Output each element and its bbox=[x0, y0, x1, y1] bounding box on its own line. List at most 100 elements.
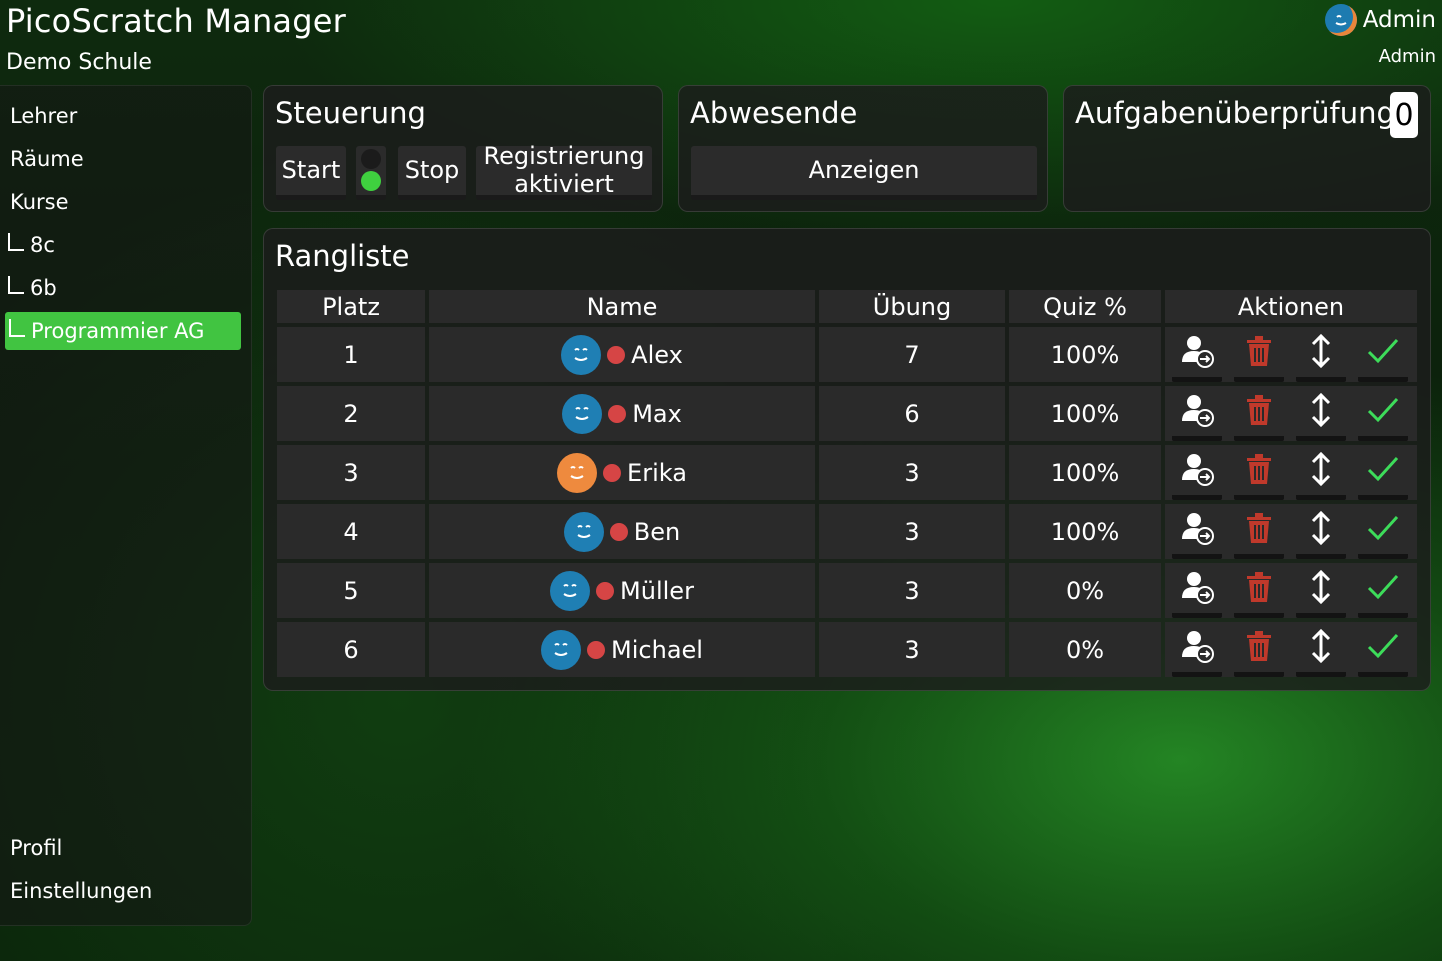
swap-vertical-button[interactable] bbox=[1296, 329, 1346, 382]
task-review-panel[interactable]: Aufgabenüberprüfung 0 bbox=[1063, 85, 1431, 212]
sidebar-item-profil[interactable]: Profil bbox=[10, 830, 62, 866]
swap-vertical-button[interactable] bbox=[1296, 506, 1346, 559]
school-name: Demo Schule bbox=[6, 50, 152, 75]
check-button[interactable] bbox=[1358, 329, 1408, 382]
sidebar-item-lehrer[interactable]: Lehrer bbox=[10, 98, 77, 134]
status-light-off bbox=[361, 149, 381, 169]
trash-icon bbox=[1243, 511, 1275, 549]
registration-toggle-button[interactable]: Registrierung aktiviert bbox=[476, 142, 652, 200]
name-cell: Ben bbox=[429, 504, 815, 559]
trash-button[interactable] bbox=[1234, 447, 1284, 500]
swap-vertical-button[interactable] bbox=[1296, 388, 1346, 441]
quiz-cell: 100% bbox=[1009, 445, 1161, 500]
check-icon bbox=[1366, 454, 1400, 488]
check-button[interactable] bbox=[1358, 388, 1408, 441]
user-area[interactable]: Admin Admin bbox=[1324, 4, 1436, 67]
move-user-button[interactable] bbox=[1172, 506, 1222, 559]
ranking-panel: Rangliste Platz Name Übung Quiz % Aktion… bbox=[263, 228, 1431, 691]
absent-panel: Abwesende Anzeigen bbox=[678, 85, 1048, 212]
check-icon bbox=[1366, 513, 1400, 547]
sidebar-item-label: 6b bbox=[30, 276, 57, 300]
student-name-wrap: Alex bbox=[561, 334, 683, 375]
move-user-button[interactable] bbox=[1172, 388, 1222, 441]
stop-button[interactable]: Stop bbox=[398, 146, 466, 200]
student-name: Ben bbox=[633, 517, 681, 546]
student-name: Müller bbox=[620, 576, 694, 605]
place-cell: 3 bbox=[277, 445, 425, 500]
student-name: Max bbox=[632, 399, 682, 428]
control-title: Steuerung bbox=[275, 96, 426, 130]
online-status-dot bbox=[607, 345, 626, 364]
quiz-cell: 0% bbox=[1009, 622, 1161, 677]
exercise-cell: 6 bbox=[819, 386, 1005, 441]
check-button[interactable] bbox=[1358, 506, 1408, 559]
student-name: Erika bbox=[627, 458, 687, 487]
swap-vertical-icon bbox=[1307, 392, 1335, 432]
quiz-cell: 100% bbox=[1009, 504, 1161, 559]
col-header-quiz: Quiz % bbox=[1009, 290, 1161, 323]
trash-icon bbox=[1243, 452, 1275, 490]
check-icon bbox=[1366, 336, 1400, 370]
move-user-button[interactable] bbox=[1172, 565, 1222, 618]
user-name[interactable]: Admin bbox=[1363, 7, 1436, 33]
user-avatar[interactable] bbox=[1324, 4, 1357, 36]
sidebar-item-label: Programmier AG bbox=[31, 319, 205, 343]
swap-vertical-button[interactable] bbox=[1296, 565, 1346, 618]
trash-button[interactable] bbox=[1234, 506, 1284, 559]
trash-icon bbox=[1243, 629, 1275, 667]
registration-label-line2: aktiviert bbox=[514, 169, 614, 198]
check-button[interactable] bbox=[1358, 447, 1408, 500]
sidebar-item-course-6b[interactable]: 6b bbox=[8, 270, 57, 306]
sidebar-item-kurse[interactable]: Kurse bbox=[10, 184, 69, 220]
name-cell: Alex bbox=[429, 327, 815, 382]
trash-button[interactable] bbox=[1234, 624, 1284, 677]
quiz-cell: 100% bbox=[1009, 386, 1161, 441]
student-avatar bbox=[561, 334, 602, 375]
status-light-green bbox=[361, 171, 381, 191]
sidebar-item-einstellungen[interactable]: Einstellungen bbox=[10, 873, 152, 909]
student-avatar bbox=[550, 570, 591, 611]
name-cell: Müller bbox=[429, 563, 815, 618]
student-avatar bbox=[563, 511, 604, 552]
move-user-icon bbox=[1179, 510, 1215, 550]
exercise-cell: 3 bbox=[819, 563, 1005, 618]
place-cell: 4 bbox=[277, 504, 425, 559]
name-cell: Michael bbox=[429, 622, 815, 677]
app-title: PicoScratch Manager bbox=[6, 2, 346, 40]
swap-vertical-icon bbox=[1307, 628, 1335, 668]
place-cell: 2 bbox=[277, 386, 425, 441]
start-button[interactable]: Start bbox=[276, 146, 346, 200]
name-cell: Max bbox=[429, 386, 815, 441]
control-panel: Steuerung Start Stop Registrierung aktiv… bbox=[263, 85, 663, 212]
check-icon bbox=[1366, 572, 1400, 606]
trash-button[interactable] bbox=[1234, 388, 1284, 441]
place-cell: 1 bbox=[277, 327, 425, 382]
sidebar-item-raeume[interactable]: Räume bbox=[10, 141, 84, 177]
swap-vertical-button[interactable] bbox=[1296, 447, 1346, 500]
show-absent-button[interactable]: Anzeigen bbox=[691, 146, 1037, 200]
move-user-icon bbox=[1179, 628, 1215, 668]
online-status-dot bbox=[608, 404, 627, 423]
check-button[interactable] bbox=[1358, 565, 1408, 618]
check-icon bbox=[1366, 395, 1400, 429]
move-user-icon bbox=[1179, 392, 1215, 432]
sidebar-item-course-8c[interactable]: 8c bbox=[8, 227, 55, 263]
tree-branch-icon bbox=[8, 276, 24, 294]
student-avatar bbox=[557, 452, 598, 493]
trash-icon bbox=[1243, 393, 1275, 431]
move-user-button[interactable] bbox=[1172, 624, 1222, 677]
move-user-button[interactable] bbox=[1172, 447, 1222, 500]
tree-branch-icon bbox=[8, 233, 24, 251]
check-button[interactable] bbox=[1358, 624, 1408, 677]
swap-vertical-button[interactable] bbox=[1296, 624, 1346, 677]
absent-title: Abwesende bbox=[690, 96, 858, 130]
student-name-wrap: Max bbox=[562, 393, 682, 434]
sidebar-item-programmier-ag[interactable]: Programmier AG bbox=[5, 312, 241, 350]
move-user-button[interactable] bbox=[1172, 329, 1222, 382]
name-cell: Erika bbox=[429, 445, 815, 500]
swap-vertical-icon bbox=[1307, 510, 1335, 550]
trash-button[interactable] bbox=[1234, 565, 1284, 618]
place-cell: 6 bbox=[277, 622, 425, 677]
trash-button[interactable] bbox=[1234, 329, 1284, 382]
online-status-dot bbox=[596, 581, 615, 600]
